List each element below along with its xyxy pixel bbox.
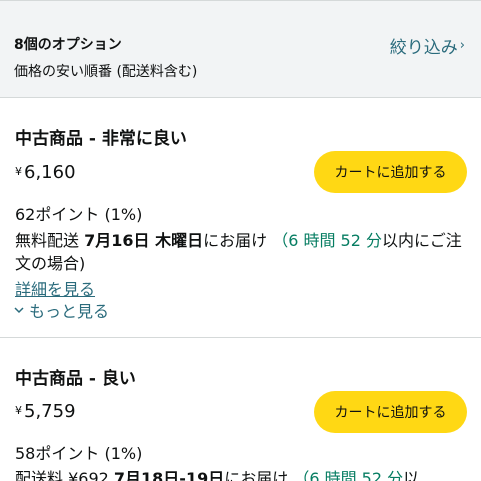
offer-count: 8個のオプション — [14, 37, 122, 53]
offer-item: 中古商品 - 良い ¥ 5,759 カートに追加する 58ポイント (1%) 配… — [0, 338, 481, 481]
offers-page: 8個のオプション 価格の安い順番 (配送料含む) 絞り込み › 中古商品 - 非… — [0, 0, 481, 481]
delivery-date: 7月18日-19日 — [113, 469, 225, 481]
show-more-button[interactable]: もっと見る — [14, 298, 109, 322]
offer-price: ¥ 5,759 — [15, 401, 76, 422]
offer-points: 62ポイント (1%) — [15, 205, 143, 224]
delivery-info: 無料配送 7月16日 木曜日にお届け （6 時間 52 分以内にご注文の場合) — [15, 229, 467, 275]
price-value: 5,759 — [24, 401, 76, 422]
filter-button[interactable]: 絞り込み › — [390, 33, 465, 58]
show-more-label[interactable]: もっと見る — [29, 298, 109, 322]
offer-item: 中古商品 - 非常に良い ¥ 6,160 カートに追加する 62ポイント (1%… — [0, 98, 481, 338]
details-link[interactable]: 詳細を見る — [15, 276, 95, 300]
price-value: 6,160 — [24, 162, 76, 183]
delivery-date: 7月16日 木曜日 — [84, 231, 204, 250]
offer-points: 58ポイント (1%) — [15, 444, 143, 463]
arrive-text: にお届け — [203, 231, 268, 250]
add-to-cart-button[interactable]: カートに追加する — [314, 391, 467, 433]
delivery-info: 配送料 ¥692 7月18日-19日にお届け （6 時間 52 分以 — [15, 467, 467, 481]
add-to-cart-button[interactable]: カートに追加する — [314, 151, 467, 193]
shipping-text: 配送料 ¥692 — [15, 469, 109, 481]
shipping-text: 無料配送 — [15, 231, 80, 250]
filter-label[interactable]: 絞り込み — [390, 33, 458, 58]
sort-description: 価格の安い順番 (配送料含む) — [14, 64, 198, 80]
chevron-down-icon — [14, 304, 24, 317]
order-countdown: （6 時間 52 分 — [293, 469, 404, 481]
offers-header: 8個のオプション 価格の安い順番 (配送料含む) 絞り込み › — [0, 0, 481, 98]
chevron-right-icon: › — [459, 38, 465, 53]
currency-symbol: ¥ — [15, 404, 22, 417]
offer-condition: 中古商品 - 非常に良い — [15, 129, 187, 149]
currency-symbol: ¥ — [15, 165, 22, 178]
deadline-text: 以 — [403, 469, 420, 481]
arrive-text: にお届け — [224, 469, 289, 481]
offer-price: ¥ 6,160 — [15, 162, 76, 183]
order-countdown: （6 時間 52 分 — [272, 231, 383, 250]
offer-condition: 中古商品 - 良い — [15, 369, 136, 389]
